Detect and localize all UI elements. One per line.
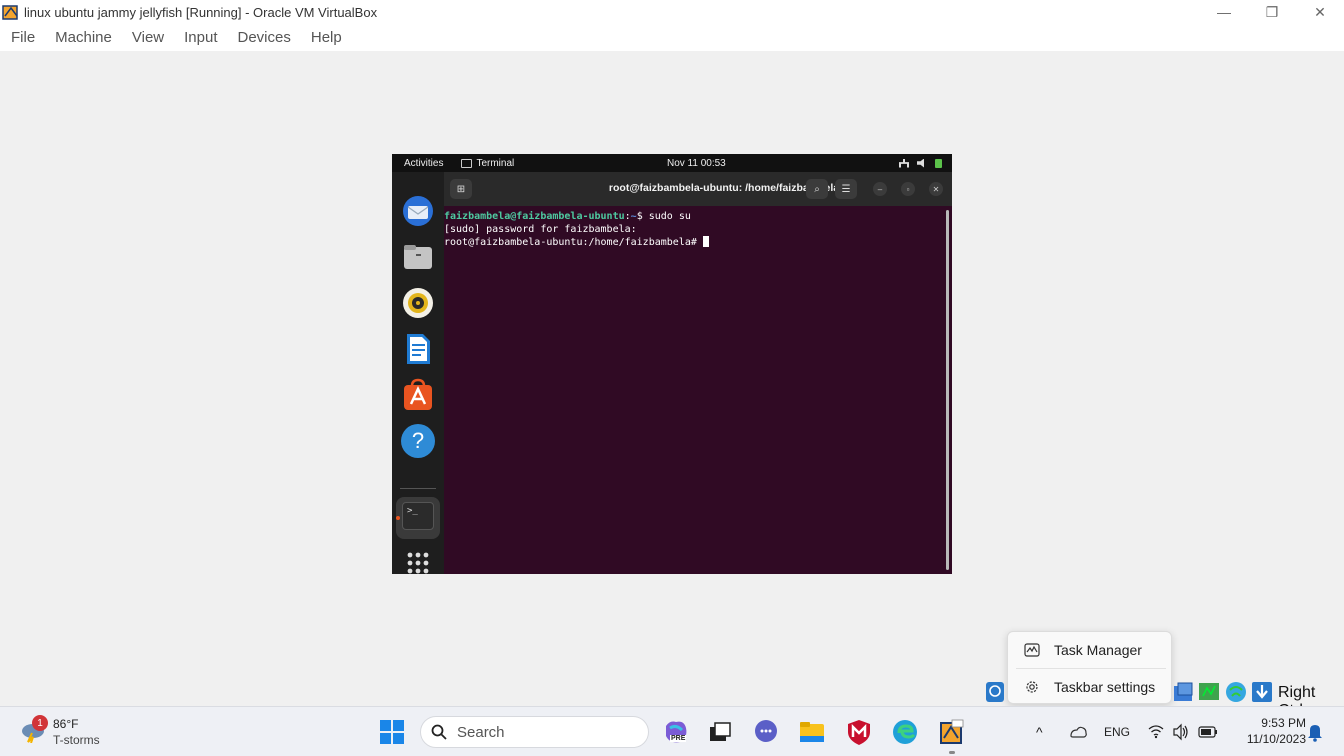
file-explorer-icon[interactable] <box>798 718 826 746</box>
app-grid-icon[interactable] <box>401 546 435 574</box>
window-title: linux ubuntu jammy jellyfish [Running] -… <box>24 4 378 20</box>
terminal-line: faizbambela@faizbambela-ubuntu:~$ sudo s… <box>444 211 944 224</box>
start-logo-tile <box>380 720 391 731</box>
mouse-integration-icon[interactable] <box>1251 680 1273 704</box>
minimize-button[interactable]: — <box>1200 0 1248 24</box>
menu-item-task-manager[interactable]: Task Manager <box>1008 633 1173 667</box>
activities-button[interactable]: Activities <box>404 158 443 169</box>
search-label: Search <box>457 723 505 741</box>
copilot-preview-badge: PRE <box>670 735 687 742</box>
chevron-up-icon: ^ <box>1036 724 1043 740</box>
terminal-headerbar[interactable]: ⊞ root@faizbambela-ubuntu: /home/faizbam… <box>444 172 952 206</box>
prompt-user: faizbambela@faizbambela-ubuntu <box>444 211 625 222</box>
virtualbox-app-icon <box>2 5 18 20</box>
terminal-search-button[interactable]: ⌕ <box>806 179 828 199</box>
menu-item-taskbar-settings[interactable]: Taskbar settings <box>1008 670 1173 704</box>
edge-icon[interactable] <box>891 718 919 746</box>
root-prompt: root@faizbambela-ubuntu:/home/faizbambel… <box>444 237 703 248</box>
battery-charging-icon[interactable] <box>1198 707 1218 756</box>
show-hidden-icons-button[interactable]: ^ <box>1036 707 1043 756</box>
terminal-maximize-button[interactable]: ▫ <box>901 182 915 196</box>
vm-display[interactable]: Activities Terminal Nov 11 00:53 ? >_ ⊞ … <box>392 154 952 574</box>
copilot-icon[interactable]: PRE <box>662 718 690 746</box>
taskbar-context-menu: Task Manager Taskbar settings <box>1007 631 1172 704</box>
thunderbird-icon[interactable] <box>401 194 435 228</box>
notification-bell-icon[interactable] <box>1306 707 1324 756</box>
start-logo-tile <box>393 733 404 744</box>
teams-chat-icon[interactable] <box>752 718 780 746</box>
speaker-icon[interactable] <box>1172 707 1190 756</box>
files-icon[interactable] <box>401 240 435 274</box>
network-adapter-icon[interactable] <box>1224 680 1248 704</box>
terminal-scrollbar[interactable] <box>946 210 949 570</box>
vm-status-icon[interactable] <box>985 680 1005 704</box>
task-manager-icon <box>1024 643 1040 657</box>
app-menu-label: Terminal <box>476 157 515 169</box>
battery-icon <box>935 158 942 168</box>
onedrive-icon[interactable] <box>1068 707 1088 756</box>
terminal-icon[interactable]: >_ <box>402 502 434 530</box>
network-icon <box>899 158 909 168</box>
terminal-menu-button[interactable]: ☰ <box>835 179 857 199</box>
menu-item-label: Task Manager <box>1054 642 1142 658</box>
display-icon[interactable] <box>1197 680 1221 704</box>
shared-folder-icon[interactable] <box>1172 680 1194 704</box>
gnome-system-tray[interactable] <box>899 158 942 168</box>
libreoffice-writer-icon[interactable] <box>401 332 435 366</box>
wifi-icon[interactable] <box>1147 707 1165 756</box>
running-indicator <box>396 516 400 520</box>
close-button[interactable]: ✕ <box>1296 0 1344 24</box>
language-indicator[interactable]: ENG <box>1104 707 1130 756</box>
search-icon <box>431 724 447 740</box>
volume-icon <box>917 158 924 168</box>
restore-button[interactable]: ❐ <box>1248 0 1296 24</box>
dock-separator <box>400 488 436 489</box>
virtualbox-icon[interactable] <box>938 718 966 746</box>
terminal-output[interactable]: faizbambela@faizbambela-ubuntu:~$ sudo s… <box>444 206 944 250</box>
menu-devices[interactable]: Devices <box>228 29 301 46</box>
taskbar-clock[interactable]: 9:53 PM 11/10/2023 <box>1226 715 1306 747</box>
menu-input[interactable]: Input <box>174 29 227 46</box>
menu-file[interactable]: File <box>1 29 45 46</box>
start-logo-tile <box>393 720 404 731</box>
text-cursor <box>702 236 709 247</box>
start-logo-tile <box>380 733 391 744</box>
command-text: $ sudo su <box>636 211 691 222</box>
terminal-line: root@faizbambela-ubuntu:/home/faizbambel… <box>444 236 944 250</box>
task-view-icon[interactable] <box>706 718 734 746</box>
terminal-window[interactable]: ⊞ root@faizbambela-ubuntu: /home/faizbam… <box>444 172 952 574</box>
mcafee-icon[interactable] <box>845 718 873 746</box>
rhythmbox-icon[interactable] <box>401 286 435 320</box>
clock-date: 11/10/2023 <box>1246 732 1306 746</box>
menu-divider <box>1016 668 1166 669</box>
weather-temp: 86°F <box>53 717 79 731</box>
menu-view[interactable]: View <box>122 29 174 46</box>
taskbar-search[interactable]: Search <box>420 716 649 748</box>
weather-widget[interactable]: 1 86°F T-storms <box>18 715 118 749</box>
windows-taskbar: 1 86°F T-storms Search PRE ^ ENG 9:53 PM… <box>0 706 1344 756</box>
terminal-minimize-button[interactable]: – <box>873 182 887 196</box>
gnome-clock[interactable]: Nov 11 00:53 <box>667 158 726 169</box>
weather-condition: T-storms <box>53 733 100 747</box>
menu-item-label: Taskbar settings <box>1054 679 1156 695</box>
clock-time: 9:53 PM <box>1261 716 1306 730</box>
terminal-close-button[interactable]: ✕ <box>929 182 943 196</box>
active-app-indicator <box>949 751 955 754</box>
window-titlebar[interactable]: linux ubuntu jammy jellyfish [Running] -… <box>0 0 1344 24</box>
app-menu-terminal[interactable]: Terminal <box>461 158 514 169</box>
menu-machine[interactable]: Machine <box>45 29 122 46</box>
start-button[interactable] <box>380 720 404 744</box>
weather-alert-badge: 1 <box>32 715 48 731</box>
menubar: File Machine View Input Devices Help <box>0 24 1344 51</box>
terminal-small-icon <box>461 158 473 168</box>
ubuntu-dock: ? >_ <box>392 172 444 574</box>
ubuntu-software-icon[interactable] <box>401 378 435 412</box>
terminal-line: [sudo] password for faizbambela: <box>444 223 637 235</box>
gear-icon <box>1026 681 1038 693</box>
menu-help[interactable]: Help <box>301 29 352 46</box>
help-icon[interactable]: ? <box>401 424 435 458</box>
gnome-top-bar: Activities Terminal Nov 11 00:53 <box>392 154 952 172</box>
